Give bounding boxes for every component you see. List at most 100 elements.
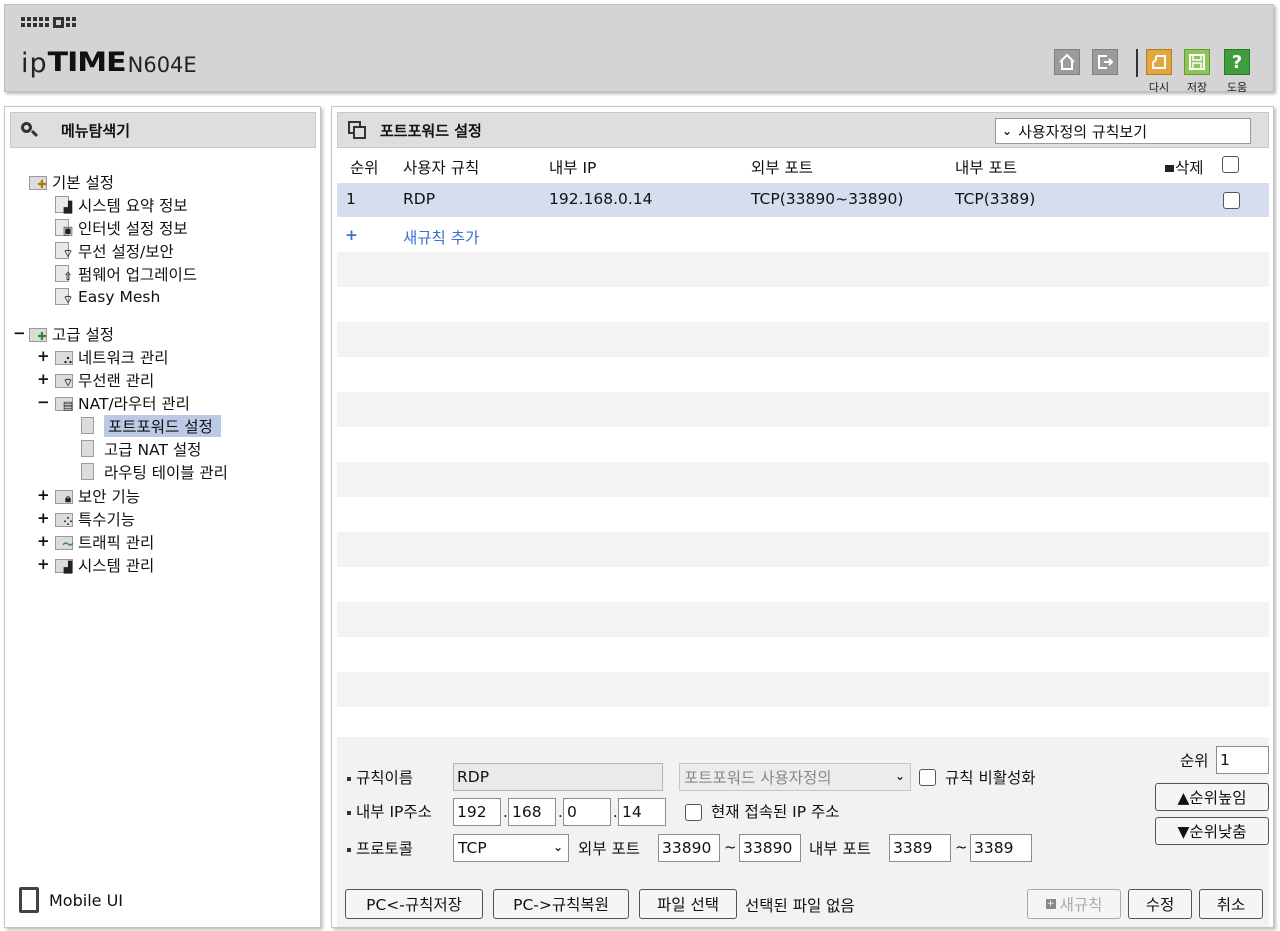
col-delete: 삭제	[1165, 156, 1204, 178]
logout-button[interactable]	[1092, 49, 1118, 75]
page-icon	[81, 440, 99, 458]
rule-table-body: 1 RDP 192.168.0.14 TCP(33890~33890) TCP(…	[337, 183, 1269, 742]
rule-edit-form: 규칙이름 RDP 포트포워드 사용자정의 ⌄ 규칙 비활성화 내부 IP주소 1…	[337, 737, 1269, 927]
search-icon	[19, 121, 39, 139]
tree-system-management[interactable]: ▟ 시스템 관리	[55, 554, 154, 576]
ip-octet-1[interactable]: 192	[453, 798, 501, 826]
ip-octet-2[interactable]: 168	[508, 798, 556, 826]
chevron-down-icon: ⌄	[894, 769, 905, 783]
col-internal-ip: 내부 IP	[549, 159, 597, 177]
ip-octet-3[interactable]: 0	[563, 798, 611, 826]
home-icon	[1059, 53, 1075, 70]
tree-toggle-advanced[interactable]: −	[13, 324, 26, 342]
row-internal-ip: 192.168.0.14	[549, 190, 653, 208]
mobile-ui-link[interactable]: Mobile UI	[19, 887, 123, 913]
tree-toggle-special[interactable]: +	[37, 509, 50, 527]
int-port-from-field[interactable]: 3389	[889, 834, 951, 862]
plus-icon: +	[345, 226, 358, 244]
page-title: 포트포워드 설정	[380, 121, 482, 140]
tree-toggle-security[interactable]: +	[37, 486, 50, 504]
int-port-label: 내부 포트	[809, 840, 871, 858]
ext-port-from-field[interactable]: 33890	[658, 834, 720, 862]
row-delete-checkbox[interactable]	[1223, 192, 1240, 209]
protocol-label: 프로토콜	[347, 837, 413, 859]
save-label: 저장	[1186, 81, 1208, 94]
tree-system-summary[interactable]: ▟ 시스템 요약 정보	[55, 194, 188, 216]
tree-advanced-settings[interactable]: ✚ 고급 설정	[29, 323, 114, 345]
traffic-chart-icon: 〜	[55, 533, 74, 551]
header-bar: ip TIME N604E 다시 저장 ? 도움	[4, 4, 1274, 94]
pc-restore-rules-button[interactable]: PC->규칙복원	[493, 889, 629, 919]
tree-wireless-management[interactable]: ⌔ 무선랜 관리	[55, 369, 154, 391]
menu-explorer-titlebar: 메뉴탐색기	[10, 112, 316, 148]
current-ip-checkbox[interactable]	[685, 804, 702, 821]
rule-name-label: 규칙이름	[347, 766, 413, 788]
reboot-label: 다시	[1148, 81, 1170, 94]
select-all-checkbox[interactable]	[1222, 156, 1239, 173]
file-status-text: 선택된 파일 없음	[745, 897, 855, 915]
rule-name-field[interactable]: RDP	[453, 763, 663, 791]
rule-type-select[interactable]: 포트포워드 사용자정의 ⌄	[679, 763, 911, 791]
folder-plus-icon: ✚	[29, 173, 47, 191]
reboot-button[interactable]	[1146, 49, 1172, 75]
wifi-icon: ⌔	[55, 371, 73, 389]
new-rule-button[interactable]: + 새규칙	[1027, 889, 1121, 919]
row-external-port: TCP(33890~33890)	[751, 190, 904, 208]
menu-explorer-title: 메뉴탐색기	[61, 121, 131, 140]
order-down-button[interactable]: ▼순위낮춤	[1155, 817, 1269, 845]
help-label: 도움	[1226, 81, 1248, 94]
tree-toggle-nat[interactable]: −	[37, 393, 50, 411]
modify-button[interactable]: 수정	[1128, 889, 1192, 919]
help-button[interactable]: ?	[1224, 49, 1250, 75]
tree-toggle-wireless[interactable]: +	[37, 370, 50, 388]
ip-octet-4[interactable]: 14	[618, 798, 666, 826]
file-select-button[interactable]: 파일 선택	[639, 889, 737, 919]
tree-routing-table[interactable]: 라우팅 테이블 관리	[81, 461, 228, 483]
tree-security-features[interactable]: 🔒︎ 보안 기능	[55, 485, 140, 507]
ext-port-to-field[interactable]: 33890	[739, 834, 801, 862]
internal-ip-label: 내부 IP주소	[347, 800, 432, 822]
home-button[interactable]	[1054, 49, 1080, 75]
bar-chart-icon: ▟	[55, 556, 73, 574]
tree-basic-settings[interactable]: ✚ 기본 설정	[29, 171, 114, 193]
folder-plus-icon: ✚	[29, 325, 47, 343]
save-icon	[1189, 54, 1205, 70]
tree-wireless-security[interactable]: ⌔ 무선 설정/보안	[55, 240, 174, 262]
wifi-icon: ⌔	[55, 242, 73, 260]
protocol-select[interactable]: TCP ⌄	[453, 834, 569, 862]
tree-nat-router-management[interactable]: ▤ NAT/라우터 관리	[55, 392, 190, 414]
col-order: 순위	[350, 159, 379, 177]
disable-rule-checkbox[interactable]	[919, 769, 936, 786]
row-order: 1	[346, 190, 356, 208]
col-external-port: 외부 포트	[751, 159, 813, 177]
save-button[interactable]	[1184, 49, 1210, 75]
table-row[interactable]: 1 RDP 192.168.0.14 TCP(33890~33890) TCP(…	[337, 183, 1269, 217]
special-feature-icon: ⁘	[55, 510, 73, 528]
add-rule-link[interactable]: + 새규칙 추가	[337, 221, 1269, 251]
help-icon: ?	[1231, 51, 1243, 73]
tree-network-management[interactable]: ⛬ 네트워크 관리	[55, 346, 169, 368]
tree-port-forward[interactable]: 포트포워드 설정	[81, 415, 221, 437]
tree-traffic-management[interactable]: 〜 트래픽 관리	[55, 531, 154, 553]
rule-view-select[interactable]: ⌄ 사용자정의 규칙보기	[995, 118, 1251, 144]
tree-easy-mesh[interactable]: ⌔ Easy Mesh	[55, 286, 160, 308]
order-field[interactable]: 1	[1216, 746, 1269, 774]
tree-firmware-upgrade[interactable]: ⇧ 펌웨어 업그레이드	[55, 263, 197, 285]
tree-advanced-nat[interactable]: 고급 NAT 설정	[81, 438, 201, 460]
page-icon	[81, 417, 99, 435]
tree-toggle-traffic[interactable]: +	[37, 532, 50, 550]
order-up-button[interactable]: ▲순위높임	[1155, 783, 1269, 811]
wifi-icon: ⌔	[55, 288, 73, 306]
int-port-to-field[interactable]: 3389	[970, 834, 1032, 862]
tree-internet-info[interactable]: ▣ 인터넷 설정 정보	[55, 217, 188, 239]
tree-toggle-system[interactable]: +	[37, 555, 50, 573]
brand-mark-icon	[21, 17, 76, 28]
cancel-button[interactable]: 취소	[1199, 889, 1263, 919]
tree-toggle-network[interactable]: +	[37, 347, 50, 365]
tree-special-features[interactable]: ⁘ 특수기능	[55, 508, 135, 530]
pc-save-rules-button[interactable]: PC<-규칙저장	[345, 889, 483, 919]
page-icon	[81, 463, 99, 481]
logout-icon	[1098, 55, 1114, 69]
reboot-icon	[1152, 55, 1166, 69]
port-forward-panel: 포트포워드 설정 ⌄ 사용자정의 규칙보기 순위 사용자 규칙 내부 IP 외부…	[331, 106, 1274, 928]
